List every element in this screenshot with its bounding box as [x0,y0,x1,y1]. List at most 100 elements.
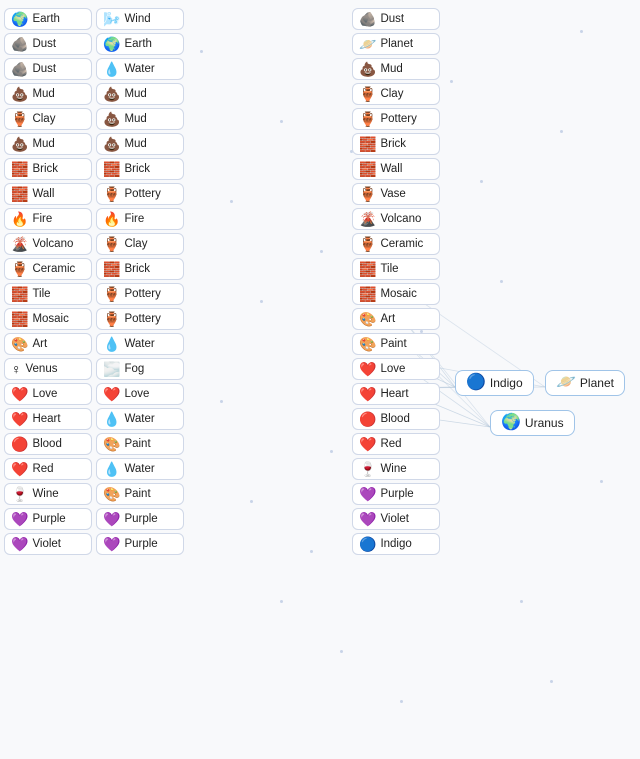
item-emoji: 🪐 [359,37,376,51]
item-label: Mud [124,138,146,150]
item-emoji: 🧱 [359,162,376,176]
list-item: 💩Mud [96,108,184,130]
list-item: 🍷Wine [352,458,440,480]
item-emoji: 🌋 [11,237,28,251]
item-label: Heart [380,388,408,400]
item-label: Purple [380,488,413,500]
result-label: Indigo [490,376,523,390]
item-emoji: 🧱 [103,162,120,176]
list-item: 🏺Ceramic [352,233,440,255]
item-emoji: ❤️ [11,412,28,426]
item-emoji: 🎨 [103,487,120,501]
item-label: Red [32,463,53,475]
list-item: 🌫️Fog [96,358,184,380]
item-label: Dust [32,38,56,50]
item-label: Pottery [380,113,416,125]
item-label: Ceramic [32,263,75,275]
main-container: 🌍Earth🪨Dust🪨Dust💩Mud🏺Clay💩Mud🧱Brick🧱Wall… [0,0,640,759]
list-item: 🏺Pottery [352,108,440,130]
item-emoji: ❤️ [11,462,28,476]
item-emoji: 💜 [359,512,376,526]
item-label: Pottery [124,188,160,200]
list-item: ❤️ Red [4,458,92,480]
item-emoji: 🌋 [359,212,376,226]
list-item: 🏺Vase [352,183,440,205]
item-emoji: 🧱 [11,187,28,201]
item-label: Mud [32,138,54,150]
item-emoji: 🔴 [359,412,376,426]
item-label: Water [124,413,154,425]
item-label: Fire [124,213,144,225]
result-label: Planet [580,376,614,390]
list-item: 🧱Tile [352,258,440,280]
item-label: Brick [124,263,150,275]
column-1: 🌍Earth🪨Dust🪨Dust💩Mud🏺Clay💩Mud🧱Brick🧱Wall… [4,8,92,555]
item-label: Dust [32,63,56,75]
item-label: Paint [124,488,150,500]
item-label: Volcano [380,213,421,225]
item-label: Mud [124,113,146,125]
item-label: Blood [32,438,61,450]
item-label: Earth [32,13,60,25]
item-label: Pottery [124,288,160,300]
item-emoji: 🏺 [11,262,28,276]
item-label: Ceramic [380,238,423,250]
item-emoji: 🎨 [103,437,120,451]
item-emoji: ❤️ [103,387,120,401]
item-emoji: 🔥 [11,212,28,226]
list-item: 🎨Paint [352,333,440,355]
item-label: Mud [124,88,146,100]
list-item: 💧Water [96,408,184,430]
result-node[interactable]: 🌍Uranus [490,410,575,436]
item-emoji: 🌍 [103,37,120,51]
item-emoji: 💜 [11,512,28,526]
column-2: 🌬️Wind🌍Earth💧Water💩Mud💩Mud💩Mud🧱Brick🏺Pot… [96,8,184,555]
result-label: Uranus [525,416,564,430]
list-item: 💧Water [96,58,184,80]
item-label: Fire [32,213,52,225]
item-label: Clay [32,113,55,125]
list-item: 🧱Tile [4,283,92,305]
list-item: 🏺Pottery [96,283,184,305]
item-emoji: 🧱 [359,137,376,151]
item-emoji: ❤️ [359,362,376,376]
item-emoji: 🌬️ [103,12,120,26]
list-item: 🪨Dust [4,58,92,80]
item-emoji: 🔵 [359,537,376,551]
item-label: Volcano [32,238,73,250]
item-label: Violet [380,513,409,525]
list-item: 🧱Brick [4,158,92,180]
list-item: 💜Purple [4,508,92,530]
list-item: 💧Water [96,333,184,355]
list-item: 💩Mud [96,133,184,155]
item-label: Violet [32,538,61,550]
item-label: Love [32,388,57,400]
item-label: Wind [124,13,150,25]
item-label: Mosaic [32,313,68,325]
item-label: Art [380,313,395,325]
item-label: Venus [26,363,58,375]
list-item: 🔴Blood [352,408,440,430]
result-node[interactable]: 🪐Planet [545,370,625,396]
item-emoji: 🏺 [103,187,120,201]
list-item: 🍷Wine [4,483,92,505]
list-item: 🎨Art [4,333,92,355]
list-item: 💩Mud [96,83,184,105]
list-item: 🧱Wall [4,183,92,205]
item-label: Fog [124,363,144,375]
list-item: 💜Violet [4,533,92,555]
item-emoji: 🏺 [103,237,120,251]
result-node[interactable]: 🔵Indigo [455,370,534,396]
list-item: ❤️Heart [352,383,440,405]
list-item: 🎨 Paint [96,483,184,505]
item-label: Purple [124,513,157,525]
item-label: Purple [124,538,157,550]
item-emoji: 🪨 [11,37,28,51]
list-item: 🔥 Fire [4,208,92,230]
list-item: 🌍Earth [4,8,92,30]
item-label: Tile [380,263,398,275]
list-item: 🔴Blood [4,433,92,455]
item-label: Mud [380,63,402,75]
item-emoji: ❤️ [11,387,28,401]
list-item: 🏺Clay [352,83,440,105]
